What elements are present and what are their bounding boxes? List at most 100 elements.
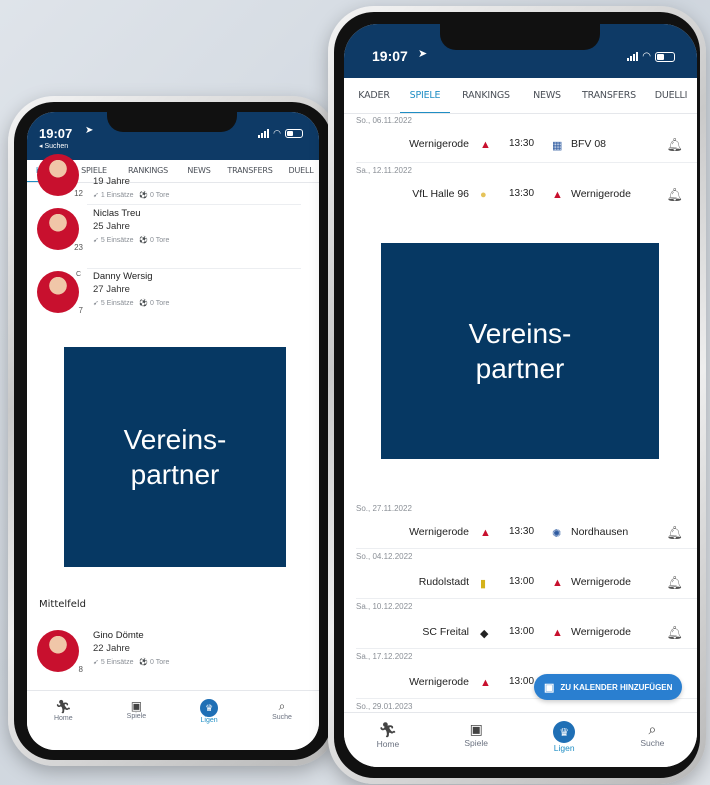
list-item[interactable]: 23 Niclas Treu 25 Jahre ➹ 5 Einsätze ⚽ 0…: [27, 208, 319, 263]
away-team: Wernigerode: [571, 188, 631, 200]
boot-icon: ➹: [93, 237, 99, 244]
notch: [440, 24, 600, 50]
tab-news[interactable]: NEWS: [522, 90, 572, 113]
location-arrow-icon: ➤: [418, 48, 428, 60]
club-crest-icon: ▦: [552, 140, 563, 152]
bell-icon[interactable]: 🔔︎: [666, 525, 683, 541]
club-crest-icon: ▲: [552, 189, 563, 201]
calendar-icon: ▣: [130, 699, 143, 713]
section-title: Mittelfeld: [39, 599, 86, 610]
match-row[interactable]: SC Freital ◆ 13:00 ▲ Wernigerode 🔔︎: [344, 625, 697, 644]
bell-icon[interactable]: 🔔︎: [666, 625, 683, 641]
wifi-icon: ◠: [273, 128, 281, 138]
kickoff-time: 13:30: [509, 188, 535, 199]
trophy-icon: ♛: [553, 721, 576, 743]
player-stats: ➹ 5 Einsätze ⚽ 0 Tore: [93, 237, 170, 244]
match-date: Sa., 12.11.2022: [356, 166, 412, 175]
player-name: Gino Dömte: [93, 630, 144, 641]
match-date: So., 29.01.2023: [356, 702, 413, 711]
tab-duelli[interactable]: DUELLI: [646, 90, 696, 113]
player-stats: ➹ 5 Einsätze ⚽ 0 Tore: [93, 300, 170, 307]
system-icons: ◠: [258, 128, 303, 139]
status-bar: 19:07 ➤ ◂ Suchen ◠: [27, 112, 319, 160]
trophy-icon: ♛: [200, 699, 219, 717]
player-list: 12 19 Jahre ➹ 1 Einsätze ⚽ 0 Tore 23 Nic…: [27, 154, 319, 326]
system-icons: ◠: [627, 51, 675, 62]
match-date: Sa., 10.12.2022: [356, 602, 413, 611]
back-link[interactable]: ◂ Suchen: [39, 142, 68, 150]
home-team: Wernigerode: [409, 526, 469, 538]
boot-icon: ➹: [93, 300, 99, 307]
bell-icon[interactable]: 🔔︎: [666, 187, 683, 203]
nav-ligen[interactable]: ♛ Ligen: [200, 699, 219, 750]
avatar: 23: [37, 208, 85, 252]
club-tabs: KADER SPIELE RANKINGS NEWS TRANSFERS DUE…: [344, 78, 697, 114]
search-icon: ⌕: [648, 721, 657, 737]
player-stats: ➹ 1 Einsätze ⚽ 0 Tore: [93, 192, 170, 199]
left-phone: 19:07 ➤ ◂ Suchen ◠ KADER SPIELE RANKINGS…: [8, 96, 338, 766]
battery-icon: [285, 129, 303, 138]
list-item[interactable]: 12 19 Jahre ➹ 1 Einsätze ⚽ 0 Tore: [27, 154, 319, 199]
list-item[interactable]: 8 Gino Dömte 22 Jahre ➹ 5 Einsätze ⚽ 0 T…: [27, 630, 319, 680]
match-date: So., 27.11.2022: [356, 504, 412, 513]
bell-icon[interactable]: 🔔︎: [666, 137, 683, 153]
nav-suche[interactable]: ⌕ Suche: [640, 721, 664, 767]
right-screen: 19:07 ➤ ◠ KADER SPIELE RANKINGS NEWS TRA…: [344, 24, 697, 767]
search-icon: ⌕: [278, 699, 286, 713]
ad-banner[interactable]: Vereins-partner: [381, 243, 659, 459]
nav-spiele[interactable]: ▣ Spiele: [127, 699, 146, 750]
ad-line-1: Vereins-: [123, 424, 227, 455]
club-crest-icon: ◆: [480, 628, 489, 640]
ball-icon: ⚽: [139, 300, 149, 307]
nav-suche[interactable]: ⌕ Suche: [272, 699, 292, 750]
ad-banner[interactable]: Vereins-partner: [64, 347, 286, 567]
tab-transfers[interactable]: TRANSFERS: [572, 90, 646, 113]
club-crest-icon: ●: [480, 189, 487, 201]
club-crest-icon: ▮: [480, 578, 487, 590]
boot-icon: ➹: [93, 192, 99, 199]
kickoff-time: 13:30: [509, 526, 535, 537]
nav-home[interactable]: 🏃︎ Home: [54, 699, 73, 750]
club-crest-icon: ▲: [480, 527, 491, 539]
bell-icon[interactable]: 🔔︎: [666, 575, 683, 591]
match-row[interactable]: Rudolstadt ▮ 13:00 ▲ Wernigerode 🔔︎: [344, 575, 697, 594]
club-crest-icon: ▲: [480, 139, 491, 151]
player-name: Niclas Treu: [93, 208, 141, 219]
home-team: Rudolstadt: [418, 576, 469, 588]
match-row[interactable]: Wernigerode ▲ 13:30 ▦ BFV 08 🔔︎: [344, 137, 697, 156]
club-crest-icon: ▲: [552, 577, 563, 589]
list-item[interactable]: C7 Danny Wersig 27 Jahre ➹ 5 Einsätze ⚽ …: [27, 271, 319, 326]
battery-icon: [655, 51, 675, 62]
match-row[interactable]: Wernigerode ▲ 13:30 ✺ Nordhausen 🔔︎: [344, 525, 697, 544]
nav-ligen[interactable]: ♛ Ligen: [553, 721, 576, 767]
away-team: Nordhausen: [571, 526, 629, 538]
calendar-icon: ▣: [544, 681, 555, 694]
tab-rankings[interactable]: RANKINGS: [450, 90, 522, 113]
home-team: VfL Halle 96: [412, 188, 469, 200]
tab-kader[interactable]: KADER: [348, 90, 400, 113]
runner-icon: 🏃︎: [378, 722, 398, 739]
kickoff-time: 13:00: [509, 626, 535, 637]
player-name: Danny Wersig: [93, 271, 153, 282]
nav-home[interactable]: 🏃︎ Home: [377, 721, 400, 767]
ad-line-1: Vereins-: [468, 318, 572, 349]
status-time: 19:07: [39, 126, 73, 141]
bottom-nav: 🏃︎ Home ▣ Spiele ♛ Ligen ⌕ Suche: [344, 712, 697, 767]
boot-icon: ➹: [93, 659, 99, 666]
tab-spiele[interactable]: SPIELE: [400, 90, 450, 113]
club-crest-icon: ▲: [552, 627, 563, 639]
match-row[interactable]: VfL Halle 96 ● 13:30 ▲ Wernigerode 🔔︎: [344, 187, 697, 206]
location-arrow-icon: ➤: [85, 125, 94, 136]
ball-icon: ⚽: [139, 192, 149, 199]
signal-icon: [627, 52, 639, 61]
nav-spiele[interactable]: ▣ Spiele: [464, 721, 488, 767]
ad-line-2: partner: [130, 459, 220, 490]
match-date: So., 04.12.2022: [356, 552, 413, 561]
add-to-calendar-button[interactable]: ▣ ZU KALENDER HINZUFÜGEN: [534, 674, 683, 700]
player-age: 27 Jahre: [93, 284, 130, 295]
player-age: 19 Jahre: [93, 176, 130, 187]
away-team: Wernigerode: [571, 576, 631, 588]
match-date: So., 06.11.2022: [356, 116, 412, 125]
player-age: 22 Jahre: [93, 643, 130, 654]
home-team: Wernigerode: [409, 138, 469, 150]
